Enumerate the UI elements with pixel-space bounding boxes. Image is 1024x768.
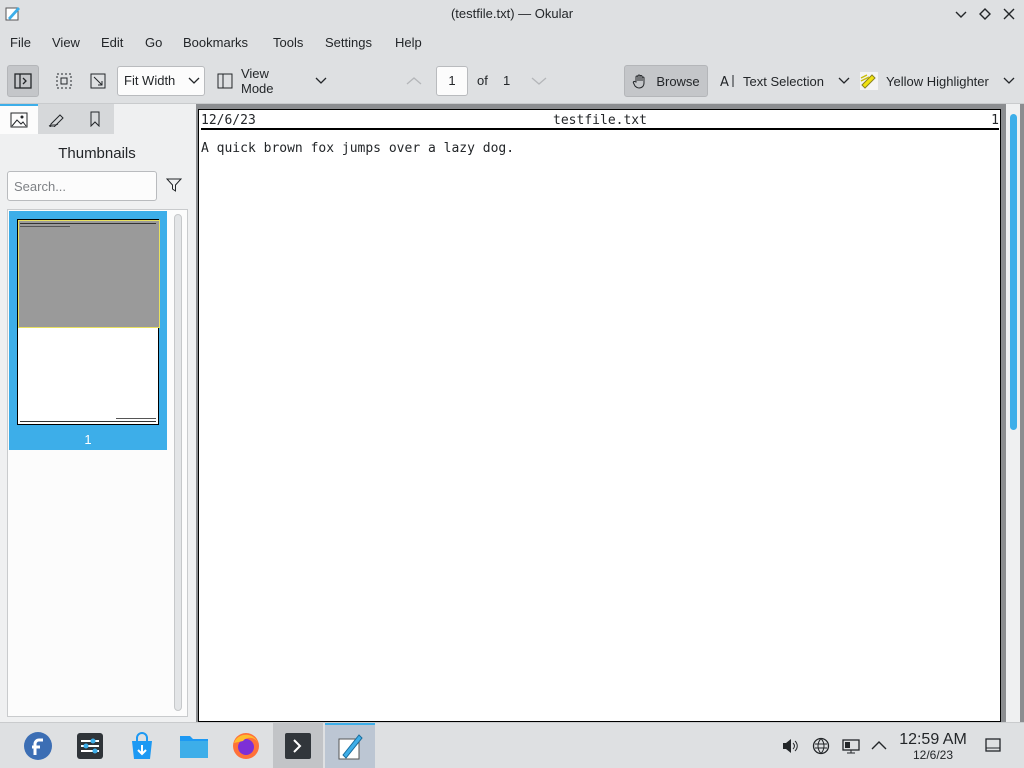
view-mode-label: View Mode: [240, 66, 274, 96]
pen-icon: [48, 114, 64, 127]
sidebar-panel: Thumbnails Search... 1: [0, 104, 194, 722]
clock-time[interactable]: 12:59 AM: [893, 731, 973, 749]
sidebar-toggle-button[interactable]: [7, 65, 39, 97]
yellow-highlighter-button[interactable]: Yellow Highlighter: [859, 69, 1019, 93]
hand-icon: [633, 74, 645, 89]
menu-go[interactable]: Go: [145, 35, 162, 50]
zoom-value: Fit Width: [124, 73, 176, 88]
browse-tool-button[interactable]: Browse: [624, 65, 708, 97]
menu-bar: File View Edit Go Bookmarks Tools Settin…: [0, 28, 1024, 58]
thumbnail-viewport-highlight: [18, 220, 160, 328]
chevron-down-icon: [315, 77, 327, 84]
tab-bookmarks[interactable]: [76, 104, 114, 134]
firefox-icon[interactable]: [221, 723, 271, 768]
bookmark-icon: [90, 111, 100, 127]
image-icon: [10, 112, 28, 128]
zoom-width-icon: [90, 73, 106, 89]
view-mode-button[interactable]: View Mode: [217, 66, 327, 96]
filter-icon: [165, 178, 183, 192]
fit-width-button[interactable]: [88, 71, 108, 91]
display-icon[interactable]: [842, 737, 860, 758]
menu-tools[interactable]: Tools: [273, 35, 303, 50]
zoom-select[interactable]: Fit Width: [117, 66, 205, 96]
thumbnail-page-number: 1: [84, 432, 92, 447]
text-cursor-icon: A: [720, 75, 734, 89]
chevron-down-icon: [838, 77, 850, 84]
page-header: 12/6/23 testfile.txt 1: [201, 112, 999, 130]
filter-button[interactable]: [165, 178, 183, 195]
menu-view[interactable]: View: [52, 35, 80, 50]
text-selection-label: Text Selection: [743, 73, 824, 89]
previous-page-button[interactable]: [404, 73, 424, 89]
page-total: 1: [503, 73, 511, 88]
chevron-down-icon: [188, 77, 200, 84]
thumbnail-page-preview: [17, 219, 160, 425]
volume-icon[interactable]: [781, 737, 799, 758]
menu-bookmarks[interactable]: Bookmarks: [183, 35, 248, 50]
page-number-input[interactable]: 1: [436, 66, 468, 96]
menu-file[interactable]: File: [10, 35, 31, 50]
chevron-down-icon: [531, 77, 547, 85]
thumbnail-list: 1: [7, 209, 188, 717]
taskbar: 12:59 AM 12/6/23: [0, 722, 1024, 768]
minimize-button[interactable]: [952, 5, 970, 23]
file-manager-icon[interactable]: [169, 723, 219, 768]
next-page-button[interactable]: [529, 73, 549, 89]
sidebar-icon: [14, 73, 32, 89]
main-toolbar: Fit Width View Mode 1 of 1 Browse A Text…: [0, 58, 1024, 104]
tab-thumbnails[interactable]: [0, 104, 38, 134]
svg-text:A: A: [720, 75, 729, 89]
okular-icon[interactable]: [325, 723, 375, 768]
zoom-fit-icon: [56, 73, 72, 89]
view-mode-icon: [217, 73, 233, 89]
thumbnail-search-input[interactable]: Search...: [7, 171, 157, 201]
header-filename: testfile.txt: [553, 113, 647, 128]
menu-settings[interactable]: Settings: [325, 35, 372, 50]
document-page[interactable]: 12/6/23 testfile.txt 1 A quick brown fox…: [198, 109, 1001, 722]
menu-help[interactable]: Help: [395, 35, 422, 50]
menu-edit[interactable]: Edit: [101, 35, 123, 50]
document-text[interactable]: A quick brown fox jumps over a lazy dog.: [201, 141, 514, 156]
discover-store-icon[interactable]: [117, 723, 167, 768]
show-desktop-icon[interactable]: [985, 737, 1001, 756]
close-button[interactable]: [1000, 5, 1018, 23]
text-selection-tool-button[interactable]: A Text Selection: [720, 71, 855, 91]
expand-tray-icon[interactable]: [871, 737, 887, 758]
fit-page-button[interactable]: [54, 71, 74, 91]
chevron-down-icon: [1003, 77, 1015, 84]
tab-annotations[interactable]: [38, 104, 76, 134]
search-placeholder: Search...: [14, 179, 67, 194]
network-icon[interactable]: [812, 737, 830, 758]
maximize-button[interactable]: [976, 5, 994, 23]
scrollbar-handle[interactable]: [1010, 114, 1017, 430]
header-page-number: 1: [991, 113, 999, 128]
browse-label: Browse: [656, 73, 700, 89]
clock-date[interactable]: 12/6/23: [893, 748, 973, 762]
thumbnail-scrollbar[interactable]: [174, 214, 182, 711]
title-bar: (testfile.txt) — Okular: [0, 0, 1024, 28]
highlighter-icon: [860, 72, 878, 90]
page-of-label: of: [477, 73, 488, 88]
thumbnail-item[interactable]: 1: [9, 211, 167, 450]
panel-title: Thumbnails: [58, 145, 136, 162]
document-scrollbar[interactable]: [1006, 104, 1020, 722]
terminal-icon[interactable]: [273, 723, 323, 768]
chevron-up-icon: [406, 77, 422, 85]
highlighter-label: Yellow Highlighter: [886, 73, 989, 89]
fedora-launcher-icon[interactable]: [13, 723, 63, 768]
system-settings-icon[interactable]: [65, 723, 115, 768]
document-view[interactable]: 12/6/23 testfile.txt 1 A quick brown fox…: [196, 104, 1024, 722]
window-title: (testfile.txt) — Okular: [450, 6, 574, 21]
